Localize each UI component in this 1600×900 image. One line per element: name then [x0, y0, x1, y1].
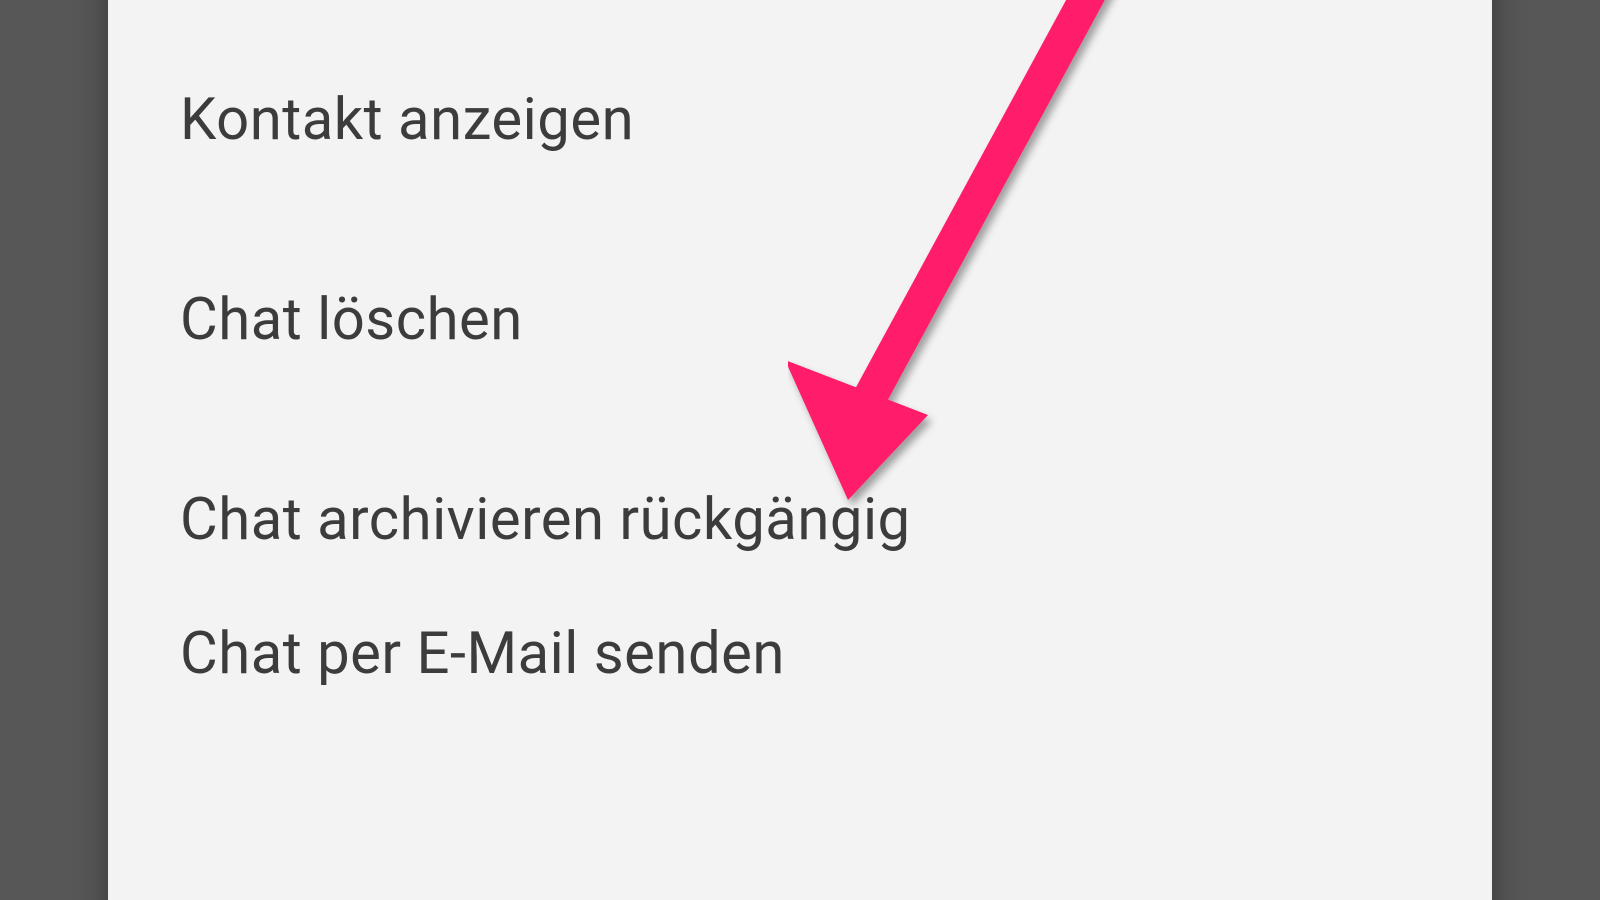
menu-item-label: Kontakt anzeigen: [180, 86, 634, 154]
screenshot-stage: Kontakt anzeigen Chat löschen Chat archi…: [0, 0, 1600, 900]
menu-item-email-chat[interactable]: Chat per E-Mail senden: [108, 620, 1492, 720]
menu-item-view-contact[interactable]: Kontakt anzeigen: [108, 20, 1492, 220]
menu-item-unarchive-chat[interactable]: Chat archivieren rückgängig: [108, 420, 1492, 620]
menu-item-label: Chat löschen: [180, 286, 523, 354]
menu-item-delete-chat[interactable]: Chat löschen: [108, 220, 1492, 420]
menu-item-label: Chat archivieren rückgängig: [180, 486, 911, 554]
menu-item-cutoff-top[interactable]: [108, 0, 1492, 20]
context-menu-list: Kontakt anzeigen Chat löschen Chat archi…: [108, 0, 1492, 720]
context-menu-dialog: Kontakt anzeigen Chat löschen Chat archi…: [108, 0, 1492, 900]
menu-item-label: Chat per E-Mail senden: [180, 620, 785, 688]
